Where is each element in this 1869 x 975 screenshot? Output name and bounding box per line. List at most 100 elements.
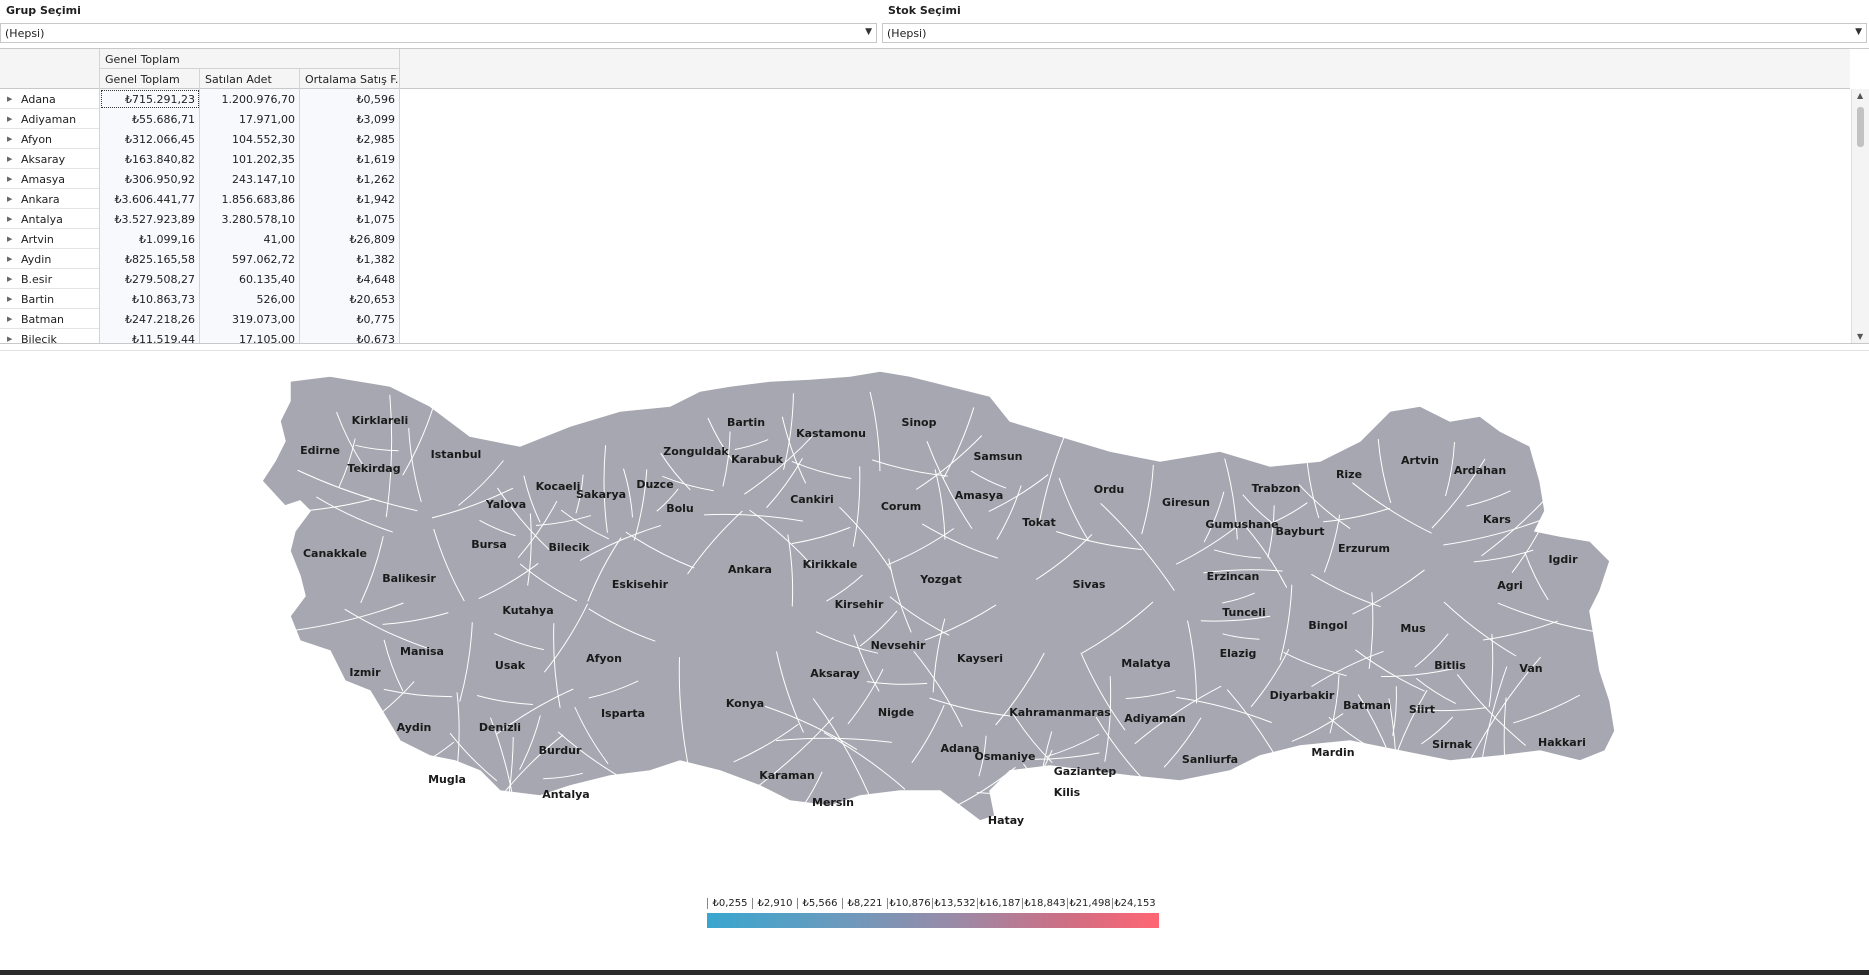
- province-label[interactable]: Tunceli: [1222, 606, 1265, 619]
- cell-satilan-adet[interactable]: 526,00: [200, 289, 300, 309]
- cell-genel-toplam[interactable]: ₺312.066,45: [100, 129, 200, 149]
- expand-icon[interactable]: ▶: [7, 155, 12, 163]
- province-label[interactable]: Manisa: [400, 645, 444, 658]
- province-label[interactable]: Burdur: [539, 744, 582, 757]
- province-label[interactable]: Bilecik: [549, 541, 591, 554]
- grup-select[interactable]: (Hepsi) ▼: [0, 23, 877, 43]
- expand-icon[interactable]: ▶: [7, 215, 12, 223]
- province-label[interactable]: Nevsehir: [871, 639, 926, 652]
- province-label[interactable]: Corum: [881, 500, 921, 513]
- province-label[interactable]: Igdir: [1548, 553, 1578, 566]
- cell-genel-toplam[interactable]: ₺3.527.923,89: [100, 209, 200, 229]
- province-label[interactable]: Tokat: [1022, 516, 1056, 529]
- province-label[interactable]: Hatay: [988, 814, 1024, 827]
- province-label[interactable]: Amasya: [955, 489, 1004, 502]
- province-label[interactable]: Bartin: [727, 416, 765, 429]
- province-label[interactable]: Ordu: [1094, 483, 1124, 496]
- cell-ortalama-satis[interactable]: ₺2,985: [300, 129, 400, 149]
- province-label[interactable]: Bingol: [1308, 619, 1347, 632]
- cell-ortalama-satis[interactable]: ₺26,809: [300, 229, 400, 249]
- stok-select[interactable]: (Hepsi) ▼: [882, 23, 1867, 43]
- province-label[interactable]: Gaziantep: [1054, 765, 1117, 778]
- province-label[interactable]: Bayburt: [1275, 525, 1324, 538]
- cell-ortalama-satis[interactable]: ₺4,648: [300, 269, 400, 289]
- scroll-thumb[interactable]: [1857, 107, 1864, 147]
- table-row[interactable]: ▶ Amasya ₺306.950,92 243.147,10 ₺1,262: [0, 169, 400, 189]
- province-label[interactable]: Gumushane: [1205, 518, 1278, 531]
- cell-ortalama-satis[interactable]: ₺20,653: [300, 289, 400, 309]
- province-label[interactable]: Sinop: [902, 416, 937, 429]
- province-label[interactable]: Kastamonu: [796, 427, 866, 440]
- cell-satilan-adet[interactable]: 1.856.683,86: [200, 189, 300, 209]
- row-header[interactable]: ▶ Aksaray: [0, 149, 100, 169]
- row-header[interactable]: ▶ Amasya: [0, 169, 100, 189]
- cell-satilan-adet[interactable]: 243.147,10: [200, 169, 300, 189]
- group-header[interactable]: Genel Toplam: [100, 49, 400, 69]
- expand-icon[interactable]: ▶: [7, 315, 12, 323]
- province-label[interactable]: Artvin: [1401, 454, 1439, 467]
- expand-icon[interactable]: ▶: [7, 295, 12, 303]
- province-label[interactable]: Duzce: [636, 478, 673, 491]
- cell-satilan-adet[interactable]: 17.105,00: [200, 329, 300, 343]
- expand-icon[interactable]: ▶: [7, 95, 12, 103]
- scroll-down-icon[interactable]: ▼: [1857, 332, 1863, 341]
- province-label[interactable]: Canakkale: [303, 547, 367, 560]
- cell-genel-toplam[interactable]: ₺825.165,58: [100, 249, 200, 269]
- table-row[interactable]: ▶ Antalya ₺3.527.923,89 3.280.578,10 ₺1,075: [0, 209, 400, 229]
- province-label[interactable]: Edirne: [300, 444, 340, 457]
- province-label[interactable]: Bolu: [666, 502, 694, 515]
- column-header-genel-toplam[interactable]: Genel Toplam: [100, 69, 200, 89]
- table-row[interactable]: ▶ Aksaray ₺163.840,82 101.202,35 ₺1,619: [0, 149, 400, 169]
- cell-genel-toplam[interactable]: ₺279.508,27: [100, 269, 200, 289]
- row-header[interactable]: ▶ B.esir: [0, 269, 100, 289]
- province-label[interactable]: Erzurum: [1338, 542, 1390, 555]
- province-label[interactable]: Cankiri: [790, 493, 834, 506]
- table-row[interactable]: ▶ Batman ₺247.218,26 319.073,00 ₺0,775: [0, 309, 400, 329]
- province-label[interactable]: Istanbul: [431, 448, 482, 461]
- table-row[interactable]: ▶ Bilecik ₺11.519,44 17.105,00 ₺0,673: [0, 329, 400, 343]
- table-row[interactable]: ▶ Adiyaman ₺55.686,71 17.971,00 ₺3,099: [0, 109, 400, 129]
- province-label[interactable]: Malatya: [1121, 657, 1170, 670]
- row-header[interactable]: ▶ Bilecik: [0, 329, 100, 343]
- cell-genel-toplam[interactable]: ₺11.519,44: [100, 329, 200, 343]
- expand-icon[interactable]: ▶: [7, 255, 12, 263]
- province-label[interactable]: Adiyaman: [1124, 712, 1185, 725]
- province-label[interactable]: Mardin: [1311, 746, 1354, 759]
- province-label[interactable]: Agri: [1497, 579, 1523, 592]
- cell-satilan-adet[interactable]: 319.073,00: [200, 309, 300, 329]
- province-label[interactable]: Yalova: [485, 498, 526, 511]
- province-label[interactable]: Zonguldak: [663, 445, 729, 458]
- province-label[interactable]: Mersin: [812, 796, 854, 809]
- column-header-satilan-adet[interactable]: Satılan Adet: [200, 69, 300, 89]
- province-label[interactable]: Konya: [726, 697, 764, 710]
- province-label[interactable]: Sakarya: [576, 488, 626, 501]
- table-row[interactable]: ▶ Ankara ₺3.606.441,77 1.856.683,86 ₺1,942: [0, 189, 400, 209]
- row-header[interactable]: ▶ Aydin: [0, 249, 100, 269]
- province-label[interactable]: Yozgat: [919, 573, 961, 586]
- province-label[interactable]: Ardahan: [1454, 464, 1506, 477]
- province-label[interactable]: Van: [1519, 662, 1542, 675]
- row-header[interactable]: ▶ Bartin: [0, 289, 100, 309]
- table-row[interactable]: ▶ Adana ₺715.291,23 1.200.976,70 ₺0,596: [0, 89, 400, 109]
- cell-ortalama-satis[interactable]: ₺1,382: [300, 249, 400, 269]
- province-label[interactable]: Osmaniye: [974, 750, 1035, 763]
- expand-icon[interactable]: ▶: [7, 115, 12, 123]
- table-row[interactable]: ▶ Bartin ₺10.863,73 526,00 ₺20,653: [0, 289, 400, 309]
- province-label[interactable]: Kahramanmaras: [1009, 706, 1111, 719]
- province-label[interactable]: Erzincan: [1207, 570, 1260, 583]
- province-label[interactable]: Kocaeli: [536, 480, 581, 493]
- province-label[interactable]: Diyarbakir: [1270, 689, 1335, 702]
- row-header[interactable]: ▶ Adana: [0, 89, 100, 109]
- cell-ortalama-satis[interactable]: ₺1,075: [300, 209, 400, 229]
- province-label[interactable]: Trabzon: [1252, 482, 1301, 495]
- province-label[interactable]: Kars: [1483, 513, 1511, 526]
- cell-satilan-adet[interactable]: 41,00: [200, 229, 300, 249]
- row-header[interactable]: ▶ Ankara: [0, 189, 100, 209]
- province-label[interactable]: Hakkari: [1538, 736, 1586, 749]
- province-label[interactable]: Eskisehir: [612, 578, 669, 591]
- cell-genel-toplam[interactable]: ₺163.840,82: [100, 149, 200, 169]
- province-label[interactable]: Elazig: [1220, 647, 1257, 660]
- table-row[interactable]: ▶ Artvin ₺1.099,16 41,00 ₺26,809: [0, 229, 400, 249]
- cell-genel-toplam[interactable]: ₺55.686,71: [100, 109, 200, 129]
- cell-satilan-adet[interactable]: 3.280.578,10: [200, 209, 300, 229]
